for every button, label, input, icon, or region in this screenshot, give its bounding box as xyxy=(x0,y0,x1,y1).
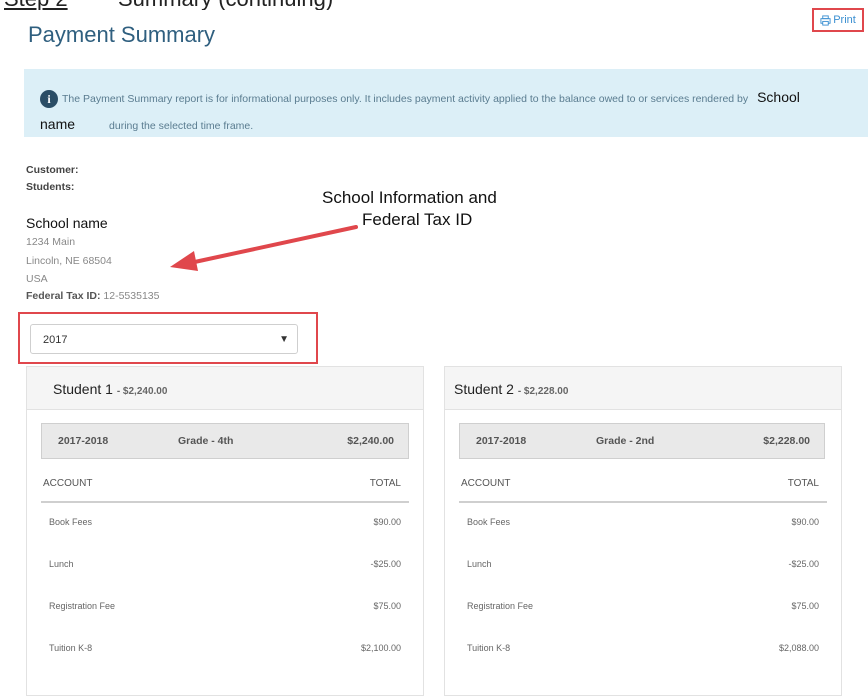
school-year: 2017-2018 xyxy=(58,435,109,447)
print-button[interactable]: Print xyxy=(812,8,864,32)
year-total: $2,228.00 xyxy=(763,435,810,447)
students-label: Students: xyxy=(26,181,75,193)
student-name: Student 1 xyxy=(53,381,113,397)
table-row: Registration Fee $75.00 xyxy=(41,596,409,616)
student-name: Student 2 xyxy=(454,381,514,397)
row-account: Book Fees xyxy=(467,517,511,527)
printer-icon xyxy=(820,14,831,26)
column-total: TOTAL xyxy=(369,478,401,489)
row-total: $90.00 xyxy=(373,517,401,527)
school-year-summary: 2017-2018 Grade - 4th $2,240.00 xyxy=(41,423,409,459)
year-select-value: 2017 xyxy=(43,334,68,346)
info-alert: i The Payment Summary report is for infor… xyxy=(24,69,868,137)
row-account: Registration Fee xyxy=(467,601,534,611)
row-total: $2,100.00 xyxy=(360,643,401,653)
table-row: Book Fees $90.00 xyxy=(459,512,827,532)
school-year-summary: 2017-2018 Grade - 2nd $2,228.00 xyxy=(459,423,825,459)
page-title: Payment Summary xyxy=(28,22,216,47)
year-total: $2,240.00 xyxy=(347,435,394,447)
student-card: Student 1 - $2,240.00 2017-2018 Grade - … xyxy=(26,366,424,696)
row-account: Tuition K-8 xyxy=(49,643,93,653)
table-row: Lunch -$25.00 xyxy=(459,554,827,574)
row-total: -$25.00 xyxy=(370,559,401,569)
cropped-heading: Step 2 Summary (continuing) xyxy=(0,0,868,10)
column-account: ACCOUNT xyxy=(43,478,93,489)
student-card-header: Student 1 - $2,240.00 xyxy=(27,367,423,410)
address-line-2: Lincoln, NE 68504 xyxy=(26,255,112,267)
cropped-heading-right: Summary (continuing) xyxy=(118,0,333,10)
address-country: USA xyxy=(26,273,48,285)
row-account: Book Fees xyxy=(49,517,93,527)
table-header: ACCOUNT TOTAL xyxy=(41,469,409,503)
print-label: Print xyxy=(833,14,856,26)
table-row: Tuition K-8 $2,088.00 xyxy=(459,638,827,658)
table-row: Book Fees $90.00 xyxy=(41,512,409,532)
address-line-1: 1234 Main xyxy=(26,236,76,248)
student-amount: - $2,240.00 xyxy=(116,386,168,397)
grade: Grade - 2nd xyxy=(596,435,655,447)
row-total: $2,088.00 xyxy=(778,643,819,653)
student-card-header: Student 2 - $2,228.00 xyxy=(445,367,841,410)
federal-tax-id: Federal Tax ID: 12-5535135 xyxy=(26,290,159,302)
info-icon: i xyxy=(40,90,58,109)
row-account: Lunch xyxy=(467,559,492,569)
year-select-highlight: 2017 ▼ xyxy=(18,312,318,364)
student-amount: - $2,228.00 xyxy=(517,386,569,397)
column-total: TOTAL xyxy=(787,478,819,489)
table-row: Registration Fee $75.00 xyxy=(459,596,827,616)
table-row: Tuition K-8 $2,100.00 xyxy=(41,638,409,658)
tax-id-value: 12-5535135 xyxy=(103,290,160,302)
year-select[interactable]: 2017 ▼ xyxy=(30,324,298,354)
customer-label: Customer: xyxy=(26,164,79,176)
info-text-before: The Payment Summary report is for inform… xyxy=(62,93,749,105)
annotation-line-1: School Information and xyxy=(322,188,497,207)
table-row: Lunch -$25.00 xyxy=(41,554,409,574)
tax-id-label: Federal Tax ID: xyxy=(26,290,101,302)
dropdown-caret-icon: ▼ xyxy=(279,334,289,345)
table-header: ACCOUNT TOTAL xyxy=(459,469,827,503)
cropped-heading-left: Step 2 xyxy=(4,0,68,10)
grade: Grade - 4th xyxy=(178,435,234,447)
red-arrow-icon xyxy=(170,225,358,271)
column-account: ACCOUNT xyxy=(461,478,511,489)
school-year: 2017-2018 xyxy=(476,435,527,447)
row-account: Lunch xyxy=(49,559,74,569)
row-total: $75.00 xyxy=(373,601,401,611)
school-name: School name xyxy=(26,215,108,231)
student-card: Student 2 - $2,228.00 2017-2018 Grade - … xyxy=(444,366,842,696)
row-total: -$25.00 xyxy=(788,559,819,569)
row-account: Tuition K-8 xyxy=(467,643,511,653)
row-account: Registration Fee xyxy=(49,601,116,611)
info-text-after: during the selected time frame. xyxy=(109,120,254,132)
row-total: $75.00 xyxy=(791,601,819,611)
row-total: $90.00 xyxy=(791,517,819,527)
